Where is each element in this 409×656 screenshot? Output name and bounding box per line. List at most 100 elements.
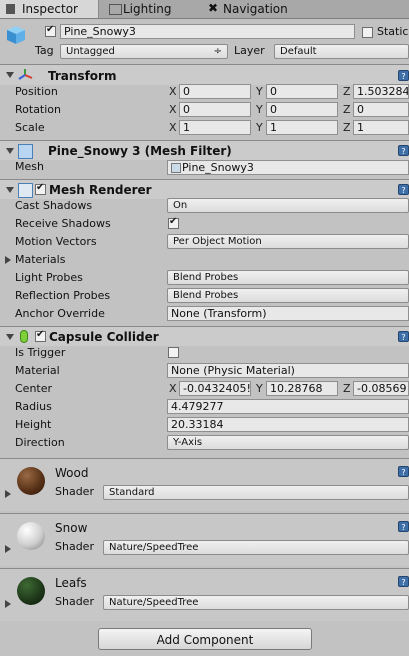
mesh-object-field[interactable]: Pine_Snowy3	[167, 160, 409, 175]
mesh-renderer-header[interactable]: Mesh Renderer ?	[0, 179, 409, 199]
rotation-label: Rotation	[15, 103, 62, 116]
center-y-input[interactable]: 10.28768	[266, 381, 338, 396]
mesh-filter-header[interactable]: Pine_Snowy 3 (Mesh Filter) ?	[0, 140, 409, 160]
physic-material-field[interactable]: None (Physic Material)	[167, 363, 409, 378]
static-checkbox[interactable]	[362, 27, 373, 38]
help-icon[interactable]: ?	[398, 70, 409, 81]
reflection-probes-dropdown[interactable]: Blend Probes	[167, 288, 409, 303]
rotation-x-input[interactable]: 0	[179, 102, 251, 117]
tag-dropdown[interactable]: Untagged ÷	[60, 44, 228, 59]
tab-bar: Inspector Lighting ✖ Navigation	[0, 0, 409, 19]
light-probes-label: Light Probes	[15, 271, 83, 284]
reflection-probes-label: Reflection Probes	[15, 289, 111, 302]
scale-y-label: Y	[256, 121, 263, 134]
position-z-label: Z	[343, 85, 351, 98]
fold-down-icon[interactable]	[6, 148, 14, 154]
rotation-y-input[interactable]: 0	[266, 102, 338, 117]
fold-right-icon[interactable]	[5, 256, 11, 264]
mesh-label: Mesh	[15, 160, 44, 173]
position-y-input[interactable]: 0	[266, 84, 338, 99]
cast-shadows-label: Cast Shadows	[15, 199, 93, 212]
transform-header[interactable]: Transform ?	[0, 64, 409, 85]
cast-shadows-dropdown[interactable]: On	[167, 198, 409, 213]
tab-inspector[interactable]: Inspector	[0, 0, 99, 18]
mesh-renderer-enabled-checkbox[interactable]	[35, 182, 46, 195]
active-checkbox[interactable]	[45, 24, 56, 37]
help-icon[interactable]: ?	[398, 184, 409, 195]
material-snow: Snow Shader Nature/SpeedTree ?	[0, 514, 409, 566]
gameobject-cube-icon	[5, 24, 27, 46]
help-icon[interactable]: ?	[398, 145, 409, 156]
capsule-collider-enabled-checkbox[interactable]	[35, 329, 46, 342]
anchor-override-label: Anchor Override	[15, 307, 105, 320]
center-label: Center	[15, 382, 53, 395]
fold-down-icon[interactable]	[6, 187, 14, 193]
position-x-input[interactable]: 0	[179, 84, 251, 99]
transform-icon	[18, 68, 33, 82]
center-z-input[interactable]: -0.08569	[353, 381, 409, 396]
rotation-z-label: Z	[343, 103, 351, 116]
shader-dropdown[interactable]: Nature/SpeedTree	[103, 540, 409, 555]
rotation-z-input[interactable]: 0	[353, 102, 409, 117]
position-y-label: Y	[256, 85, 263, 98]
direction-dropdown[interactable]: Y-Axis	[167, 435, 409, 450]
motion-vectors-dropdown[interactable]: Per Object Motion	[167, 234, 409, 249]
mesh-renderer-title: Mesh Renderer	[49, 183, 152, 197]
receive-shadows-checkbox[interactable]	[168, 216, 179, 229]
navigation-icon: ✖	[208, 1, 219, 15]
shader-dropdown[interactable]: Nature/SpeedTree	[103, 595, 409, 610]
material-wood: Wood Shader Standard ?	[0, 459, 409, 511]
anchor-override-field[interactable]: None (Transform)	[167, 306, 409, 321]
capsule-collider-header[interactable]: Capsule Collider ?	[0, 326, 409, 346]
mesh-filter-title: Pine_Snowy 3 (Mesh Filter)	[48, 144, 232, 158]
mesh-asset-icon	[171, 163, 181, 173]
shader-dropdown[interactable]: Standard	[103, 485, 409, 500]
help-icon[interactable]: ?	[398, 521, 409, 532]
center-x-input[interactable]: -0.0432405!	[179, 381, 251, 396]
scale-z-input[interactable]: 1	[353, 120, 409, 135]
material-label: Material	[15, 364, 60, 377]
mesh-renderer-icon	[18, 183, 33, 198]
fold-down-icon[interactable]	[6, 334, 14, 340]
fold-down-icon[interactable]	[6, 72, 14, 78]
radius-input[interactable]: 4.479277	[167, 399, 409, 414]
receive-shadows-label: Receive Shadows	[15, 217, 111, 230]
material-name: Snow	[55, 521, 88, 535]
light-probes-dropdown[interactable]: Blend Probes	[167, 270, 409, 285]
capsule-collider-title: Capsule Collider	[49, 330, 159, 344]
radius-label: Radius	[15, 400, 52, 413]
help-icon[interactable]: ?	[398, 331, 409, 342]
help-icon[interactable]: ?	[398, 466, 409, 477]
help-icon[interactable]: ?	[398, 576, 409, 587]
height-input[interactable]: 20.33184	[167, 417, 409, 432]
scale-y-input[interactable]: 1	[266, 120, 338, 135]
direction-label: Direction	[15, 436, 65, 449]
materials-foldout[interactable]: Materials	[15, 252, 65, 268]
layer-dropdown[interactable]: Default	[274, 44, 409, 59]
rotation-y-label: Y	[256, 103, 263, 116]
mesh-filter-icon	[18, 144, 33, 159]
center-z-label: Z	[343, 382, 351, 395]
fold-right-icon[interactable]	[5, 545, 11, 553]
object-name-input[interactable]: Pine_Snowy3	[60, 24, 355, 39]
scale-x-label: X	[169, 121, 177, 134]
motion-vectors-label: Motion Vectors	[15, 235, 97, 248]
material-preview-sphere	[17, 467, 45, 495]
shader-label: Shader	[55, 540, 94, 553]
shader-label: Shader	[55, 485, 94, 498]
scale-x-input[interactable]: 1	[179, 120, 251, 135]
center-y-label: Y	[256, 382, 263, 395]
is-trigger-checkbox[interactable]	[168, 347, 179, 358]
lighting-icon	[109, 4, 122, 15]
tab-navigation[interactable]: ✖ Navigation	[200, 0, 330, 18]
layer-label: Layer	[234, 44, 265, 57]
tab-lighting[interactable]: Lighting	[99, 0, 197, 18]
fold-right-icon[interactable]	[5, 600, 11, 608]
center-x-label: X	[169, 382, 177, 395]
position-z-input[interactable]: 1.503284	[353, 84, 409, 99]
is-trigger-label: Is Trigger	[15, 346, 66, 359]
position-label: Position	[15, 85, 58, 98]
fold-right-icon[interactable]	[5, 490, 11, 498]
scale-label: Scale	[15, 121, 45, 134]
add-component-button[interactable]: Add Component	[98, 628, 312, 650]
